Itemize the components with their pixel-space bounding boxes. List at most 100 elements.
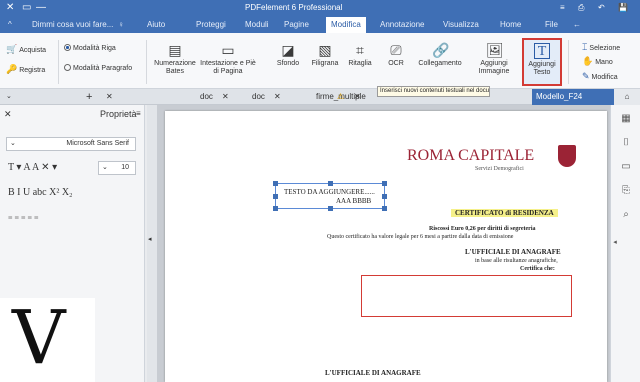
cart-icon: 🛒 (6, 44, 18, 54)
bates-button[interactable]: ▤ Numerazione Bates (152, 42, 198, 76)
text-format-row-1[interactable]: T ▾ A A ✕ ▾ (8, 162, 57, 173)
roma-crest-icon (558, 145, 576, 167)
inserted-text-line-1[interactable]: TESTO DA AGGIUNGERE...... (284, 188, 375, 196)
inserted-text-line-2[interactable]: AAA BBBB (336, 197, 371, 205)
minimize-window-button[interactable]: — (36, 2, 46, 14)
cursor-icon: ⌶ (582, 42, 588, 52)
text-box-icon: T (534, 43, 550, 59)
watermark-button[interactable]: ▧ Filigrana (306, 42, 344, 68)
watermark-icon: ▧ (318, 42, 332, 58)
buy-button[interactable]: 🛒 Acquista (6, 44, 46, 55)
resize-handle[interactable] (273, 206, 278, 211)
comment-icon[interactable]: ▭ (620, 161, 632, 173)
background-icon: ◪ (281, 42, 295, 58)
menu-back-icon[interactable]: ← (573, 20, 581, 29)
resize-handle[interactable] (328, 181, 333, 186)
menu-proteggi[interactable]: Proteggi (196, 20, 226, 29)
thumbnails-icon[interactable]: ▦ (620, 113, 632, 125)
font-size-select[interactable]: ⌄ 10 (98, 161, 136, 175)
tab-doc-2[interactable]: doc (196, 89, 217, 105)
add-text-button[interactable]: T Aggiungi Testo (522, 38, 562, 86)
hand-tool[interactable]: ✋ Mano (582, 56, 613, 67)
document-page: ROMA CAPITALE Servizi Demografici TESTO … (165, 111, 607, 382)
attachment-icon[interactable]: ⎘ (620, 185, 632, 197)
officer-title: L'UFFICIALE DI ANAGRAFE (465, 248, 561, 256)
ribbon-divider (568, 40, 569, 84)
selection-tool[interactable]: ⌶ Selezione (582, 42, 620, 53)
resize-handle[interactable] (382, 181, 387, 186)
resize-handle[interactable] (273, 194, 278, 199)
hand-icon: ✋ (582, 56, 594, 66)
menu-pagine[interactable]: Pagine (284, 20, 309, 29)
edit-tool[interactable]: ✎ Modifica (582, 71, 618, 82)
help-search-icon: ♀ (118, 20, 124, 29)
home-icon[interactable]: ⌂ (614, 89, 640, 105)
line-mode-radio[interactable]: Modalità Riga (64, 44, 116, 52)
text-format-row-2[interactable]: B I U abc X² X₂ (8, 187, 73, 198)
inserted-text-box[interactable]: TESTO DA AGGIUNGERE...... AAA BBBB (273, 181, 387, 211)
link-icon: 🔗 (432, 42, 450, 58)
expand-arrow-icon[interactable]: ◂ (609, 237, 621, 249)
alignment-row[interactable]: ≡ ≡ ≡ ≡ ≡ (8, 213, 39, 222)
tab-bar-menu-icon[interactable]: ⌄ (2, 89, 16, 105)
resize-handle[interactable] (273, 181, 278, 186)
document-tab-bar: ⌄ + ✕ doc ✕ doc ✕ firme_multiple ⚠ ✕ Mod… (0, 89, 640, 105)
paragraph-mode-radio[interactable]: Modalità Paragrafo (64, 64, 132, 72)
restore-window-button[interactable]: ▭ (22, 2, 31, 14)
add-text-tooltip: Inserisci nuovi contenuti testuali nel d… (377, 86, 490, 97)
print-icon[interactable]: ⎙ (578, 2, 584, 14)
ribbon-divider (146, 40, 147, 84)
chevron-down-icon: ⌄ (10, 140, 16, 147)
tab-close-icon[interactable]: ✕ (102, 89, 117, 105)
collapse-arrow-icon[interactable]: ◂ (148, 235, 152, 243)
panel-title: Proprietà (100, 109, 137, 119)
menu-bar: ^ ♀ Dimmi cosa vuoi fare... Aiuto Proteg… (0, 17, 640, 33)
certificate-title: CERTIFICATO di RESIDENZA (451, 209, 558, 217)
panel-close-icon[interactable]: ✕ (4, 109, 12, 120)
panel-collapse-strip[interactable]: ◂ (147, 105, 157, 382)
menu-home[interactable]: Home (500, 20, 521, 29)
tab-close-icon[interactable]: ✕ (350, 89, 365, 105)
tab-close-icon[interactable]: ✕ (218, 89, 233, 105)
image-icon: 🖼 (486, 42, 504, 58)
add-image-button[interactable]: 🖼 Aggiungi Immagine (474, 42, 514, 76)
logo-letter-v: V (12, 295, 66, 381)
menu-modifica[interactable]: Modifica (326, 17, 366, 33)
resize-handle[interactable] (382, 194, 387, 199)
close-window-button[interactable]: ✕ (6, 2, 14, 14)
title-bar: ✕ ▭ — PDFelement 6 Professional ≡ ⎙ ↶ 💾 (0, 0, 640, 17)
ocr-button[interactable]: ⎚ OCR (382, 42, 410, 68)
more-icon[interactable]: ≡ (560, 2, 565, 14)
bates-icon: ▤ (168, 42, 182, 58)
header-footer-button[interactable]: ▭ Intestazione e Piè di Pagina (200, 42, 256, 76)
tell-me-search[interactable]: Dimmi cosa vuoi fare... (32, 20, 113, 29)
crop-button[interactable]: ⌗ Ritaglia (344, 42, 376, 68)
tab-close-icon[interactable]: ✕ (270, 89, 285, 105)
menu-moduli[interactable]: Moduli (245, 20, 269, 29)
save-icon[interactable]: 💾 (618, 2, 628, 14)
tab-modello-f24[interactable]: Modello_F24 (532, 89, 614, 105)
chevron-up-icon[interactable]: ^ (8, 20, 12, 29)
menu-annotazione[interactable]: Annotazione (380, 20, 424, 29)
menu-file[interactable]: File (545, 20, 558, 29)
ribbon-divider (58, 40, 59, 84)
register-button[interactable]: 🔑 Registra (6, 64, 45, 75)
key-icon: 🔑 (6, 64, 18, 74)
font-family-value: Microsoft Sans Serif (66, 140, 129, 147)
bookmark-icon[interactable]: ⌷ (620, 137, 632, 149)
background-button[interactable]: ◪ Sfondo (270, 42, 306, 68)
resize-handle[interactable] (328, 206, 333, 211)
tab-doc-1[interactable]: doc (248, 89, 269, 105)
search-icon[interactable]: ⌕ (620, 209, 632, 221)
panel-menu-icon[interactable]: ≡ (136, 109, 141, 118)
font-family-select[interactable]: ⌄ Microsoft Sans Serif (6, 137, 136, 151)
org-name: ROMA CAPITALE (407, 147, 535, 164)
menu-visualizza[interactable]: Visualizza (443, 20, 479, 29)
header-footer-icon: ▭ (221, 42, 235, 58)
new-tab-button[interactable]: + (82, 89, 96, 105)
link-button[interactable]: 🔗 Collegamento (414, 42, 466, 68)
chevron-down-icon: ⌄ (102, 164, 108, 171)
undo-icon[interactable]: ↶ (598, 2, 605, 14)
menu-aiuto[interactable]: Aiuto (147, 20, 165, 29)
resize-handle[interactable] (382, 206, 387, 211)
